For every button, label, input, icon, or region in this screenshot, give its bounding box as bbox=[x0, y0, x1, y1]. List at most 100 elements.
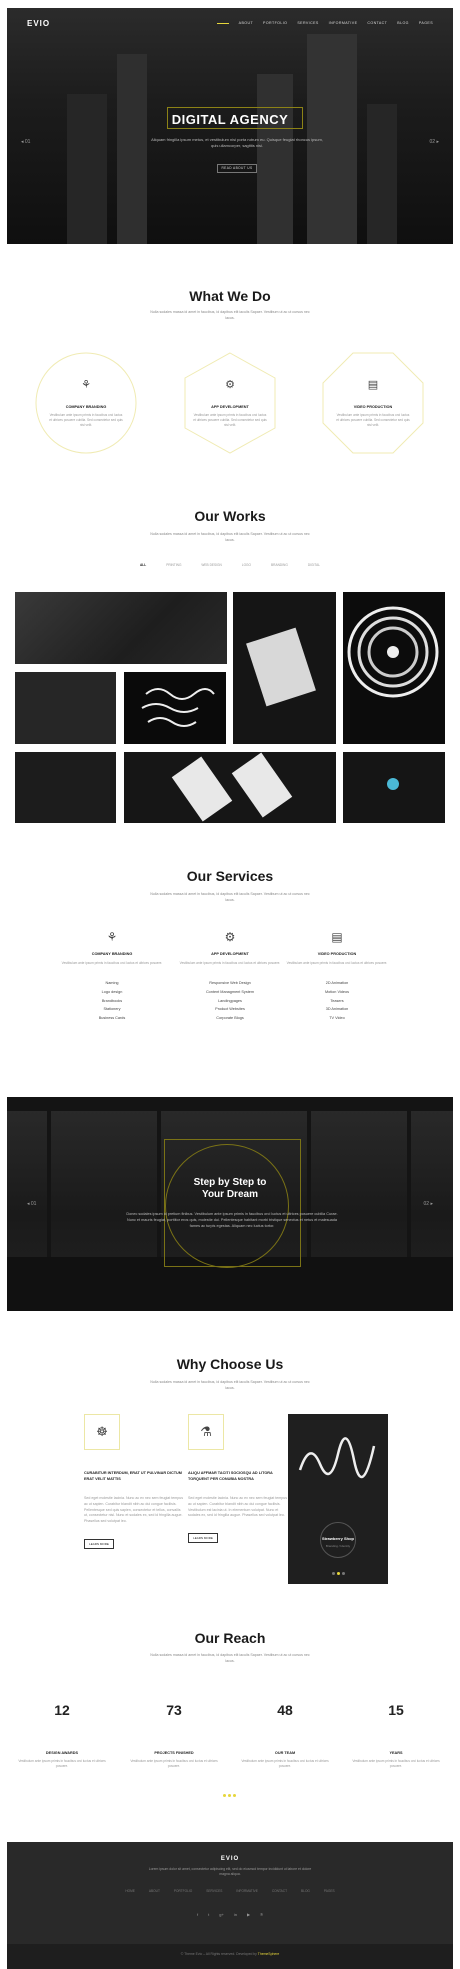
footer-social: f t g+ in ▶ ℗ bbox=[7, 1912, 453, 1917]
stat-text: Vestibulum ante ipsum primis in faucibus… bbox=[241, 1759, 329, 1768]
copyright-brand-link[interactable]: ThemeSphere bbox=[258, 1952, 280, 1956]
footer-link[interactable]: ABOUT bbox=[149, 1889, 160, 1893]
filter-all[interactable]: ALL bbox=[140, 563, 146, 567]
portfolio-item[interactable] bbox=[15, 752, 116, 823]
services-list-item: Business Cards bbox=[98, 1016, 126, 1021]
card-text: Vestibulum ante ipsum primis in faucibus… bbox=[49, 413, 123, 427]
facebook-icon[interactable]: f bbox=[197, 1912, 198, 1917]
stat-item: 73 PROJECTS FINISHED Vestibulum ante ips… bbox=[124, 1686, 224, 1769]
gears-icon: ⚙ bbox=[225, 379, 235, 391]
read-about-button[interactable]: READ ABOUT US bbox=[217, 164, 257, 173]
footer-logo[interactable]: EVIO bbox=[7, 1856, 453, 1862]
stat-title: DESIGN AWARDS bbox=[45, 1751, 79, 1755]
footer: EVIO Lorem ipsum dolor sit amet, consect… bbox=[7, 1842, 453, 1969]
filter-web-design[interactable]: WEB DESIGN bbox=[201, 563, 221, 567]
why-column-text: Sed eget molestie lacinia. Nunc ac ex ne… bbox=[84, 1496, 184, 1524]
dream-next-arrow[interactable]: 02 ▸ bbox=[424, 1201, 433, 1207]
footer-link[interactable]: INFORMATIVE bbox=[236, 1889, 258, 1893]
card-octagon-frame bbox=[322, 352, 424, 454]
portfolio-item[interactable] bbox=[124, 672, 226, 744]
dream-title: Step by Step to Your Dream bbox=[7, 1177, 453, 1201]
portfolio-item[interactable] bbox=[343, 592, 445, 744]
why-column: ☸ CURABITUR INTERDUM, ERAT UT PULVINAR D… bbox=[84, 1414, 184, 1549]
services-list-item: Corporate Blogs bbox=[216, 1016, 244, 1021]
filter-digital[interactable]: DIGITAL bbox=[308, 563, 320, 567]
google-plus-icon[interactable]: g+ bbox=[219, 1912, 224, 1917]
services-list-item: TV Video bbox=[329, 1016, 345, 1021]
why-column-title: CURABITUR INTERDUM, ERAT UT PULVINAR DIC… bbox=[84, 1471, 182, 1481]
copyright: © Theme Evio – All Rights reserved. Deve… bbox=[7, 1952, 453, 1956]
footer-link[interactable]: BLOG bbox=[301, 1889, 310, 1893]
portfolio-item[interactable] bbox=[343, 752, 445, 823]
services-list: 2D Animation Motion Videos Teasers 3D An… bbox=[282, 979, 392, 1023]
pagination-dot[interactable] bbox=[223, 1794, 226, 1797]
menu-item-contact[interactable]: CONTACT bbox=[367, 21, 387, 25]
menu-active-indicator bbox=[216, 23, 229, 24]
portfolio-item[interactable] bbox=[15, 672, 116, 744]
main-menu: ABOUT PORTFOLIO SERVICES INFORMATIVE CON… bbox=[216, 21, 433, 25]
video-icon: ▤ bbox=[367, 379, 379, 391]
pagination-dot[interactable] bbox=[342, 1572, 345, 1575]
menu-item-services[interactable]: SERVICES bbox=[297, 21, 318, 25]
top-navbar: EVIO ABOUT PORTFOLIO SERVICES INFORMATIV… bbox=[7, 8, 453, 38]
services-column-video: ▤ VIDEO PRODUCTION Vestibulum ante ipsum… bbox=[282, 930, 392, 1023]
stat-number: 12 bbox=[54, 1702, 70, 1718]
pagination-dot[interactable] bbox=[233, 1794, 236, 1797]
logo[interactable]: EVIO bbox=[27, 19, 50, 28]
stat-text: Vestibulum ante ipsum primis in faucibus… bbox=[352, 1759, 440, 1768]
phone-mockup: Strawberry Shop Branding / Identity bbox=[288, 1414, 388, 1584]
service-card-video: ▤ VIDEO PRODUCTION Vestibulum ante ipsum… bbox=[320, 350, 426, 456]
footer-link[interactable]: HOME bbox=[125, 1889, 135, 1893]
portfolio-item[interactable] bbox=[15, 592, 227, 664]
pagination-dot[interactable] bbox=[228, 1794, 231, 1797]
menu-item-pages[interactable]: PAGES bbox=[419, 21, 433, 25]
stat-number: 73 bbox=[166, 1702, 182, 1718]
stat-item: 12 DESIGN AWARDS Vestibulum ante ipsum p… bbox=[12, 1686, 112, 1769]
what-we-do-title: What We Do bbox=[189, 288, 271, 304]
why-column-title: ALIQU AFFMAR TACITI SOCIOSQU AD LITORA T… bbox=[188, 1471, 273, 1481]
hero-next-arrow[interactable]: 02 ▸ bbox=[430, 139, 439, 145]
filter-branding[interactable]: BRANDING bbox=[271, 563, 288, 567]
portfolio-item[interactable] bbox=[124, 752, 336, 823]
menu-item-portfolio[interactable]: PORTFOLIO bbox=[263, 21, 287, 25]
portfolio-item[interactable] bbox=[233, 592, 336, 744]
services-list-item: Stationery bbox=[103, 1007, 121, 1012]
services-column-text: Vestibulum ante ipsum primis in faucibus… bbox=[61, 961, 163, 965]
learn-more-button[interactable]: LEARN MORE bbox=[84, 1538, 114, 1549]
pinterest-icon[interactable]: ℗ bbox=[260, 1912, 263, 1917]
footer-link[interactable]: PAGES bbox=[324, 1889, 335, 1893]
filter-logo[interactable]: LOGO bbox=[242, 563, 251, 567]
twitter-icon[interactable]: t bbox=[208, 1912, 209, 1917]
phone-subtitle: Branding / Identity bbox=[325, 1544, 351, 1548]
dream-prev-arrow[interactable]: ◂ 01 bbox=[27, 1201, 36, 1207]
copyright-text: © Theme Evio – All Rights reserved. Deve… bbox=[180, 1952, 257, 1956]
filter-printing[interactable]: PRINTING bbox=[166, 563, 181, 567]
stat-text: Vestibulum ante ipsum primis in faucibus… bbox=[130, 1759, 218, 1768]
stat-item: 15 YEARS Vestibulum ante ipsum primis in… bbox=[346, 1686, 446, 1769]
stat-number: 48 bbox=[277, 1702, 293, 1718]
stat-number: 15 bbox=[388, 1702, 404, 1718]
learn-more-button[interactable]: LEARN MORE bbox=[188, 1533, 218, 1544]
menu-item-informative[interactable]: INFORMATIVE bbox=[329, 21, 358, 25]
hero-prev-arrow[interactable]: ◂ 01 bbox=[21, 139, 30, 145]
linkedin-icon[interactable]: in bbox=[234, 1912, 237, 1917]
services-list-item: 2D Animation bbox=[325, 981, 349, 985]
services-list-item: Product Websites bbox=[215, 1007, 245, 1012]
services-column-title: APP DEVELOPMENT bbox=[211, 952, 249, 956]
award-icon: ☸ bbox=[84, 1414, 120, 1450]
footer-link[interactable]: SERVICES bbox=[206, 1889, 222, 1893]
services-list-item: Logo design bbox=[101, 989, 123, 994]
services-list-item: Brandbooks bbox=[101, 998, 123, 1003]
services-list: Naming Logo design Brandbooks Stationery… bbox=[57, 979, 167, 1023]
menu-item-blog[interactable]: BLOG bbox=[397, 21, 409, 25]
menu-item-about[interactable]: ABOUT bbox=[239, 21, 253, 25]
footer-link[interactable]: CONTACT bbox=[272, 1889, 287, 1893]
our-works-subtitle: Nulla sodales massa id amet in faucibus,… bbox=[150, 532, 310, 542]
pagination-dot[interactable] bbox=[332, 1572, 335, 1575]
card-title: VIDEO PRODUCTION bbox=[353, 405, 393, 409]
services-list-item: Naming bbox=[105, 981, 119, 985]
youtube-icon[interactable]: ▶ bbox=[247, 1912, 250, 1917]
pagination-dot[interactable] bbox=[337, 1572, 340, 1575]
hero-title: DIGITAL AGENCY bbox=[171, 112, 289, 127]
footer-link[interactable]: PORTFOLIO bbox=[174, 1889, 192, 1893]
